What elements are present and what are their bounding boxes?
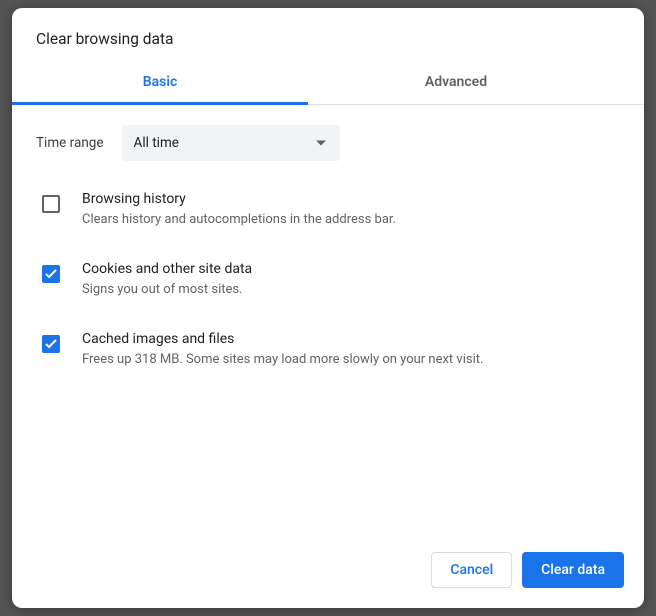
time-range-select[interactable]: All time — [122, 125, 340, 161]
dialog-title: Clear browsing data — [12, 8, 644, 62]
time-range-label: Time range — [36, 135, 104, 151]
tab-basic[interactable]: Basic — [12, 62, 308, 104]
time-range-row: Time range All time — [36, 125, 620, 161]
check-icon — [45, 339, 57, 349]
option-title: Cookies and other site data — [82, 261, 620, 277]
time-range-selected-value: All time — [134, 135, 179, 151]
option-text: Cached images and files Frees up 318 MB.… — [82, 331, 620, 369]
option-description: Clears history and autocompletions in th… — [82, 211, 620, 229]
modal-backdrop: Clear browsing data Basic Advanced Time … — [0, 0, 656, 616]
option-description: Signs you out of most sites. — [82, 281, 620, 299]
option-cache: Cached images and files Frees up 318 MB.… — [36, 329, 620, 371]
tab-advanced[interactable]: Advanced — [308, 62, 604, 104]
clear-data-button[interactable]: Clear data — [522, 552, 624, 588]
option-description: Frees up 318 MB. Some sites may load mor… — [82, 351, 620, 369]
option-browsing-history: Browsing history Clears history and auto… — [36, 189, 620, 231]
checkbox-cache[interactable] — [42, 335, 60, 353]
option-text: Cookies and other site data Signs you ou… — [82, 261, 620, 299]
option-title: Cached images and files — [82, 331, 620, 347]
dialog-body: Time range All time Browsing history Cle… — [12, 105, 644, 536]
checkbox-cookies[interactable] — [42, 265, 60, 283]
option-title: Browsing history — [82, 191, 620, 207]
dialog-footer: Cancel Clear data — [12, 536, 644, 608]
checkbox-browsing-history[interactable] — [42, 195, 60, 213]
option-text: Browsing history Clears history and auto… — [82, 191, 620, 229]
cancel-button[interactable]: Cancel — [431, 552, 512, 588]
clear-browsing-data-dialog: Clear browsing data Basic Advanced Time … — [12, 8, 644, 608]
check-icon — [45, 269, 57, 279]
option-cookies: Cookies and other site data Signs you ou… — [36, 259, 620, 301]
chevron-down-icon — [316, 141, 326, 146]
tab-bar: Basic Advanced — [12, 62, 644, 105]
